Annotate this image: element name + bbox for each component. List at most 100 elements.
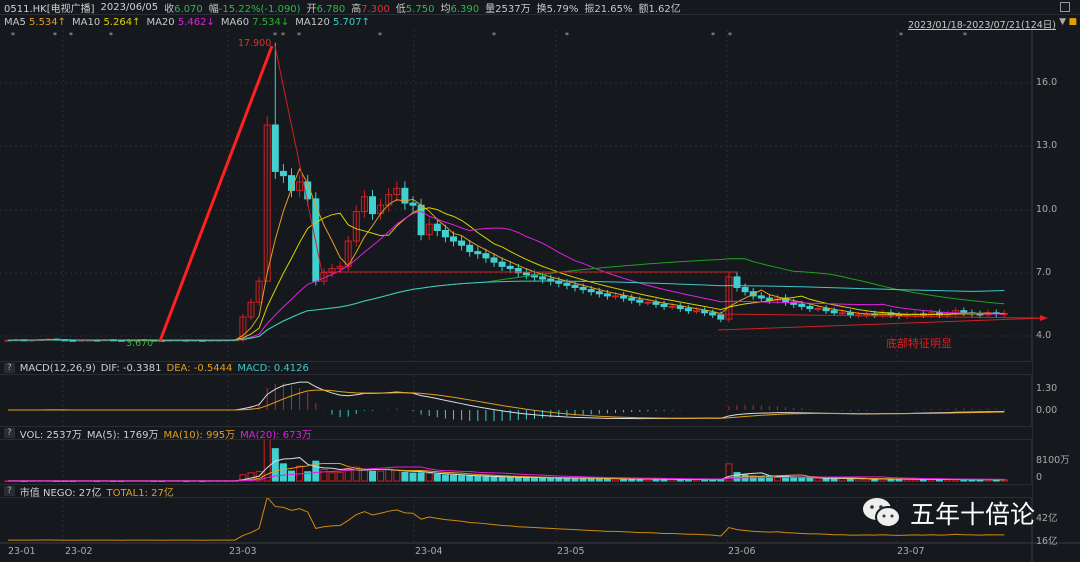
volume-bar [563,477,571,482]
dea-line [7,389,1005,419]
event-star-icon: * [53,31,57,40]
candle-body [595,291,603,295]
candle-body [798,303,806,307]
chart-canvas[interactable]: * * * * * * * * * * * * * * [0,0,1080,562]
vol-title: VOL: 2537万 [19,429,82,441]
candle-body [960,310,968,314]
volume-bar [855,478,862,482]
nego-total: TOTAL1: 27亿 [106,487,174,499]
ma20-line [7,210,1005,341]
event-star-icon: * [297,31,301,40]
volume-bar [279,463,287,482]
watermark: 五年十倍论 [862,495,1035,531]
volume-bar [531,477,538,482]
candle-body [450,236,457,242]
volume-bar [320,468,328,482]
volume-bar [450,474,457,482]
candle-body [409,202,417,206]
candle-body [482,253,490,259]
macd-dea: DEA: -0.5444 [166,362,233,374]
candle-body [644,301,652,304]
volume-bar [369,470,376,482]
trend-down-line [274,45,323,273]
candle-body [271,124,279,172]
volume-bar [458,475,466,482]
volume-bar [482,476,490,482]
ma10-line [7,207,1005,341]
event-star-icon: * [378,31,382,40]
x-tick: 23-07 [897,546,925,557]
event-star-icon: * [109,31,113,40]
candle-body [466,244,474,253]
low-price-label: 3.670 [126,338,154,349]
candle-body [620,295,628,299]
candle-body [636,299,644,303]
volume-bar [806,477,814,482]
vol-header: ? VOL: 2537万 MA(5): 1769万 MA(10): 995万 M… [0,426,1032,441]
volume-bar [417,472,425,482]
event-star-icon: * [69,31,73,40]
candle-body [765,297,773,301]
volume-bar [790,477,798,482]
candle-body [628,297,636,301]
event-star-icon: * [281,31,285,40]
candle-body [814,308,822,311]
volume-bar [498,476,506,482]
price-tick: 7.0 [1036,267,1052,278]
candle-body [668,305,676,308]
macd-dif: DIF: -0.3381 [100,362,162,374]
volume-bar [385,468,393,482]
candle-body [830,310,838,314]
nego-tick: 42亿 [1036,513,1058,524]
candle-body [369,196,376,215]
candle-body [709,312,717,316]
market-cap-line [7,496,1005,541]
vol-tick: 0 [1036,472,1043,483]
event-star-icon: * [711,31,715,40]
event-star-icon: * [728,31,732,40]
candle-body [587,289,595,293]
bottom-feature-note: 底部特征明显 [886,337,952,350]
volume-bar [393,469,401,482]
x-tick: 23-04 [415,546,443,557]
x-tick: 23-02 [65,546,93,557]
volume-bar [555,477,563,482]
candle-body [684,308,692,312]
volume-bar [838,478,846,482]
watermark-text: 五年十倍论 [910,500,1036,529]
candle-body [474,251,482,255]
volume-bar [612,478,619,482]
volume-bar [490,476,498,482]
nego-help-button[interactable]: ? [4,486,15,496]
vol-help-button[interactable]: ? [4,428,15,438]
volume-bar [336,471,344,482]
volume-bar [474,475,482,482]
volume-bar [579,477,587,482]
vol-ma10: MA(10): 995万 [163,429,236,441]
price-tick: 10.0 [1036,204,1058,215]
volume-bar [441,474,449,482]
volume-bar [328,472,336,482]
candle-body [441,230,449,238]
volume-bar [466,475,474,482]
macd-help-button[interactable]: ? [4,363,15,373]
volume-bar [506,476,514,482]
candle-body [506,265,514,269]
event-star-icon: * [899,31,903,40]
candle-body [741,286,749,293]
volume-bar [522,477,530,482]
candle-body [652,301,660,305]
arrow-head-icon [1040,315,1048,321]
x-tick: 23-06 [728,546,756,557]
candle-body [433,223,441,231]
candle-body [693,310,700,313]
candle-body [603,293,611,297]
x-tick: 23-05 [557,546,585,557]
vol-ma5: MA(5): 1769万 [86,429,159,441]
volume-bar [830,478,838,482]
volume-bar [822,477,830,482]
candle-body [612,295,619,298]
vol-ma5-line [7,457,1005,482]
wechat-icon [863,498,901,528]
candle-body [539,276,547,280]
